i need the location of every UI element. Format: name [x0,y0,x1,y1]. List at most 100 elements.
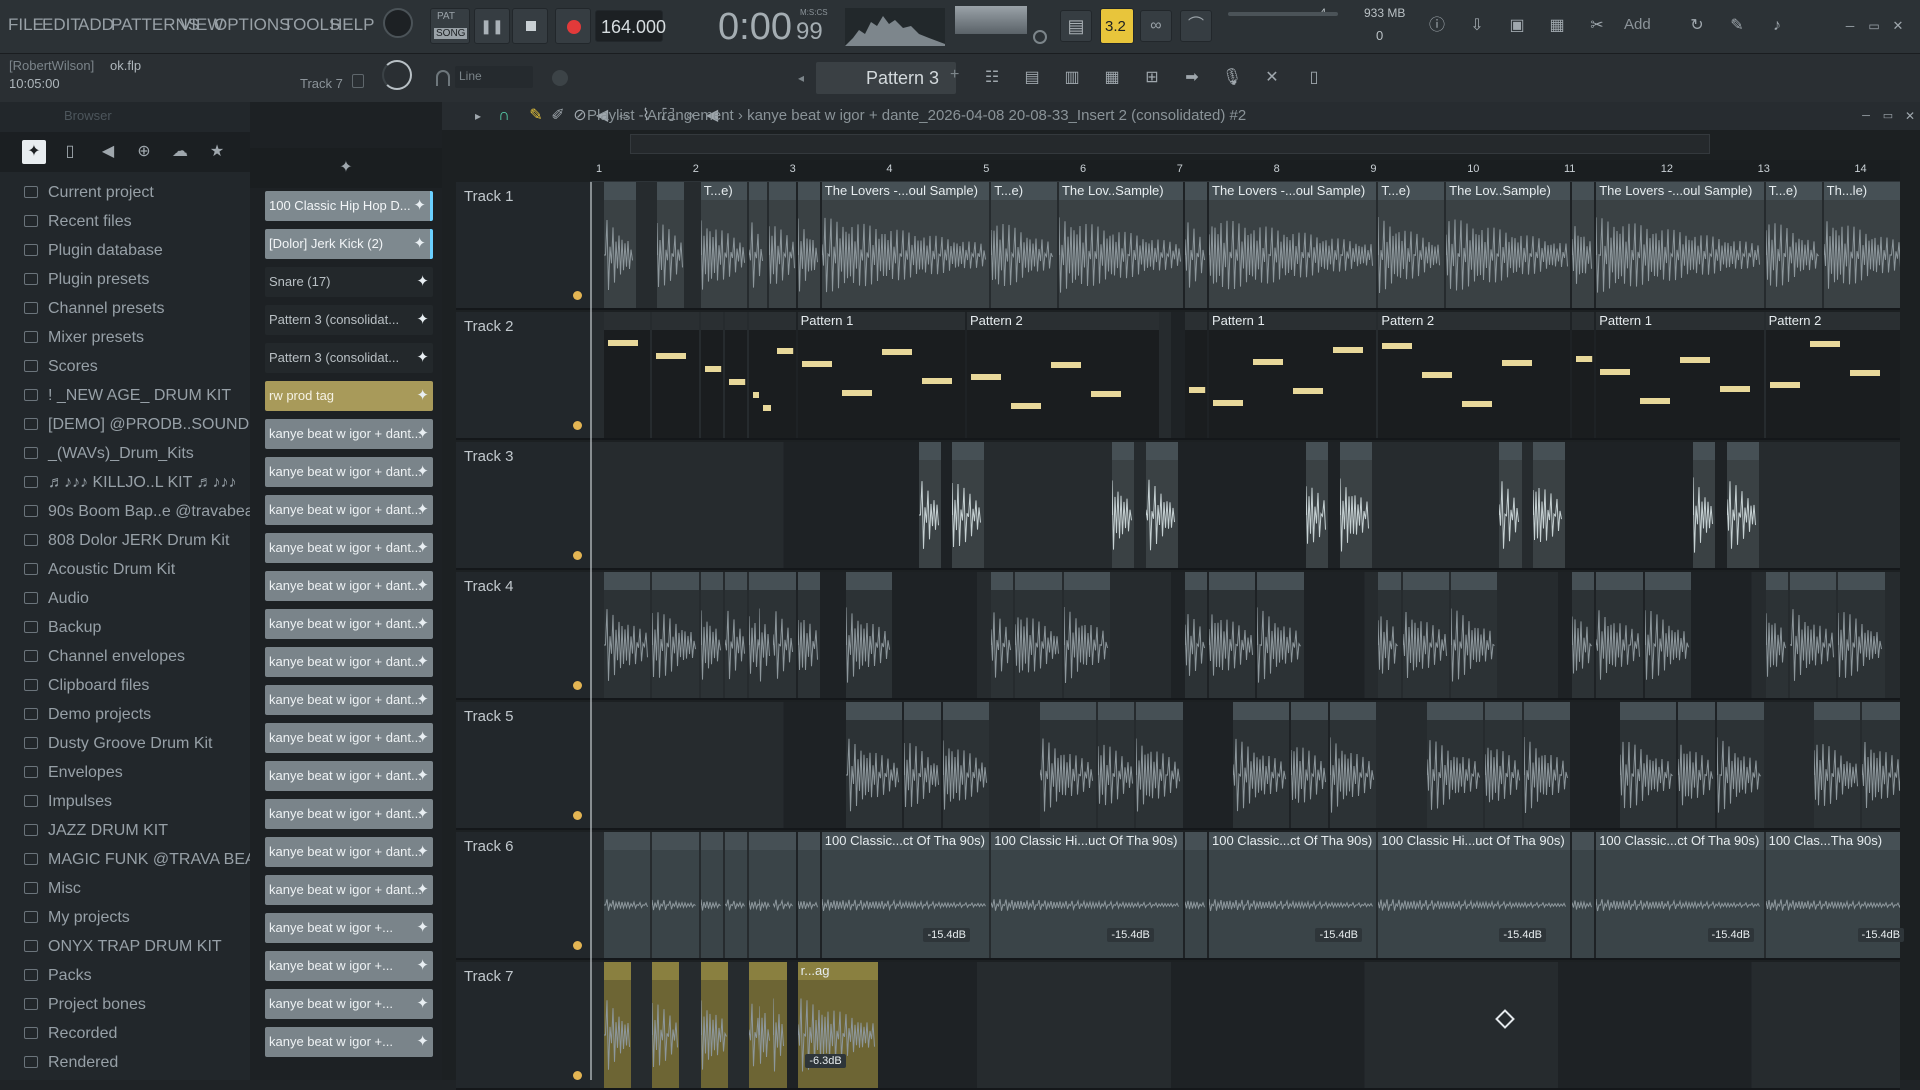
audio-clip[interactable] [1789,572,1837,698]
audio-clip[interactable] [1136,702,1183,828]
headphones-icon[interactable]: ∩ [492,104,516,128]
picker-item[interactable]: kanye beat w igor +... ✦ [265,989,433,1019]
pattern-clip[interactable] [604,312,651,438]
refresh-icon[interactable]: ↻ [1685,14,1709,38]
maximize-icon[interactable]: ▭ [1862,14,1886,38]
arrow-right-icon[interactable]: ➡ [1180,66,1204,90]
audio-clip[interactable]: T...e) [1765,182,1822,308]
track-header[interactable]: Track 5 [456,702,590,830]
track-lane[interactable]: r...ag [590,962,1900,1090]
loop-record-button[interactable]: ∞ [1140,10,1172,42]
audio-clip[interactable] [1063,572,1111,698]
track-header[interactable]: Track 3 [456,442,590,570]
menu-file[interactable]: FILE [8,15,44,35]
pattern-selector[interactable]: Pattern 3 [816,62,956,94]
audio-clip[interactable] [1426,702,1483,828]
playlist-close-icon[interactable]: ✕ [1898,104,1920,128]
browser-star-icon[interactable]: ★ [205,140,229,164]
audio-clip[interactable] [700,962,728,1088]
audio-clip[interactable] [773,572,796,698]
picker-item[interactable]: Pattern 3 (consolidat... ✦ [265,343,433,373]
audio-clip[interactable]: The Lov..Sample) [1446,182,1570,308]
audio-clip[interactable] [758,832,773,958]
picker-item[interactable]: 100 Classic Hip Hop D... ✦ [265,191,433,221]
picker-item[interactable]: rw prod tag ✦ [265,381,433,411]
step-seq-icon[interactable]: ▥ [1060,66,1084,90]
track-lane[interactable]: Pattern 1 Pattern 2 Pattern 1 Pattern 2 Patt… [590,312,1900,440]
audio-clip[interactable] [797,182,820,308]
picker-item[interactable]: kanye beat w igor + dant... ✦ [265,761,433,791]
metronome-button[interactable]: ⌒ [1180,10,1212,42]
picker-item[interactable]: kanye beat w igor +... ✦ [265,951,433,981]
pattern-clip[interactable] [1572,312,1595,438]
audio-clip[interactable] [797,832,820,958]
audio-clip[interactable] [652,832,699,958]
x-tool-icon[interactable]: ✕ [1260,66,1284,90]
audio-clip[interactable]: T...e) [1378,182,1445,308]
track-enable-dot[interactable] [573,811,582,820]
browser-item[interactable]: Current project [0,178,250,207]
browser-item[interactable]: Misc [0,874,250,903]
menu-edit[interactable]: EDIT [42,15,81,35]
audio-clip[interactable] [904,702,941,828]
browser-item[interactable]: MAGIC FUNK @TRAVA BEATS [0,845,250,874]
timeline-ruler[interactable]: 1 2 3 4 5 6 7 8 9 10 11 12 13 14 [590,160,1900,182]
track-lane[interactable] [590,702,1900,830]
info-icon[interactable]: ⓘ [1425,14,1449,38]
browser-item[interactable]: Packs [0,961,250,990]
picker-item[interactable]: kanye beat w igor + dant... ✦ [265,875,433,905]
picker-item[interactable]: Pattern 3 (consolidat... ✦ [265,305,433,335]
pattern-clip[interactable]: Pattern 2 [1378,312,1570,438]
picker-item[interactable]: kanye beat w igor + dant... ✦ [265,837,433,867]
audio-clip[interactable] [1523,702,1570,828]
audio-clip[interactable] [604,182,636,308]
mixer-icon[interactable]: ▦ [1100,66,1124,90]
browser-item[interactable]: Project bones [0,990,250,1019]
audio-clip[interactable] [1305,442,1328,568]
track-lane[interactable] [590,442,1900,570]
menu-options[interactable]: OPTIONS [214,15,291,35]
picker-item[interactable]: kanye beat w igor + dant... ✦ [265,685,433,715]
audio-clip[interactable] [700,572,723,698]
audio-clip[interactable] [1726,442,1759,568]
audio-clip[interactable] [1572,832,1595,958]
audio-clip[interactable] [952,442,985,568]
pat-song-toggle[interactable]: PAT SONG [430,8,470,44]
step-knob[interactable] [552,70,568,86]
browser-speaker-icon[interactable]: ◀ [96,140,120,164]
audio-clip[interactable] [725,832,748,958]
pattern-clip[interactable] [700,312,723,438]
pause-button[interactable]: ❚❚ [474,8,510,44]
brush-icon[interactable]: ✐ [546,104,570,128]
audio-clip[interactable] [846,572,893,698]
audio-clip[interactable] [1097,702,1135,828]
audio-clip[interactable] [604,832,651,958]
pattern-prev-button[interactable]: ◂ [798,66,810,90]
close-icon[interactable]: ✕ [1886,14,1910,38]
audio-clip[interactable] [1209,572,1256,698]
browser-item[interactable]: Demo projects [0,700,250,729]
browser-item[interactable]: Clipboard files [0,671,250,700]
playlist-overview[interactable] [630,134,1710,154]
audio-clip[interactable] [1402,572,1449,698]
audio-clip[interactable] [652,572,699,698]
track-enable-dot[interactable] [573,941,582,950]
pattern-add-button[interactable]: + [950,66,959,84]
audio-clip[interactable] [773,832,796,958]
audio-clip[interactable] [942,702,990,828]
audio-clip[interactable] [1572,182,1595,308]
audio-clip[interactable]: 100 Classic Hi...uct Of Tha 90s) [991,832,1183,958]
picker-item[interactable]: kanye beat w igor + dant... ✦ [265,419,433,449]
browser-item[interactable]: [DEMO] @PRODB..SOUND KIT [0,410,250,439]
piano-roll-icon[interactable]: ▤ [1020,66,1044,90]
track-header[interactable]: Track 6 [456,832,590,960]
browser-globe-icon[interactable]: ⊕ [132,140,156,164]
master-pitch-slider[interactable] [1228,12,1338,16]
audio-clip[interactable] [1499,442,1522,568]
browser-item[interactable]: Scores [0,352,250,381]
audio-clip[interactable] [700,832,723,958]
pattern-clip[interactable]: Pattern 1 [797,312,965,438]
audio-clip[interactable] [1533,442,1566,568]
cut-icon[interactable]: ✂ [1585,14,1609,38]
audio-clip[interactable] [1451,572,1498,698]
